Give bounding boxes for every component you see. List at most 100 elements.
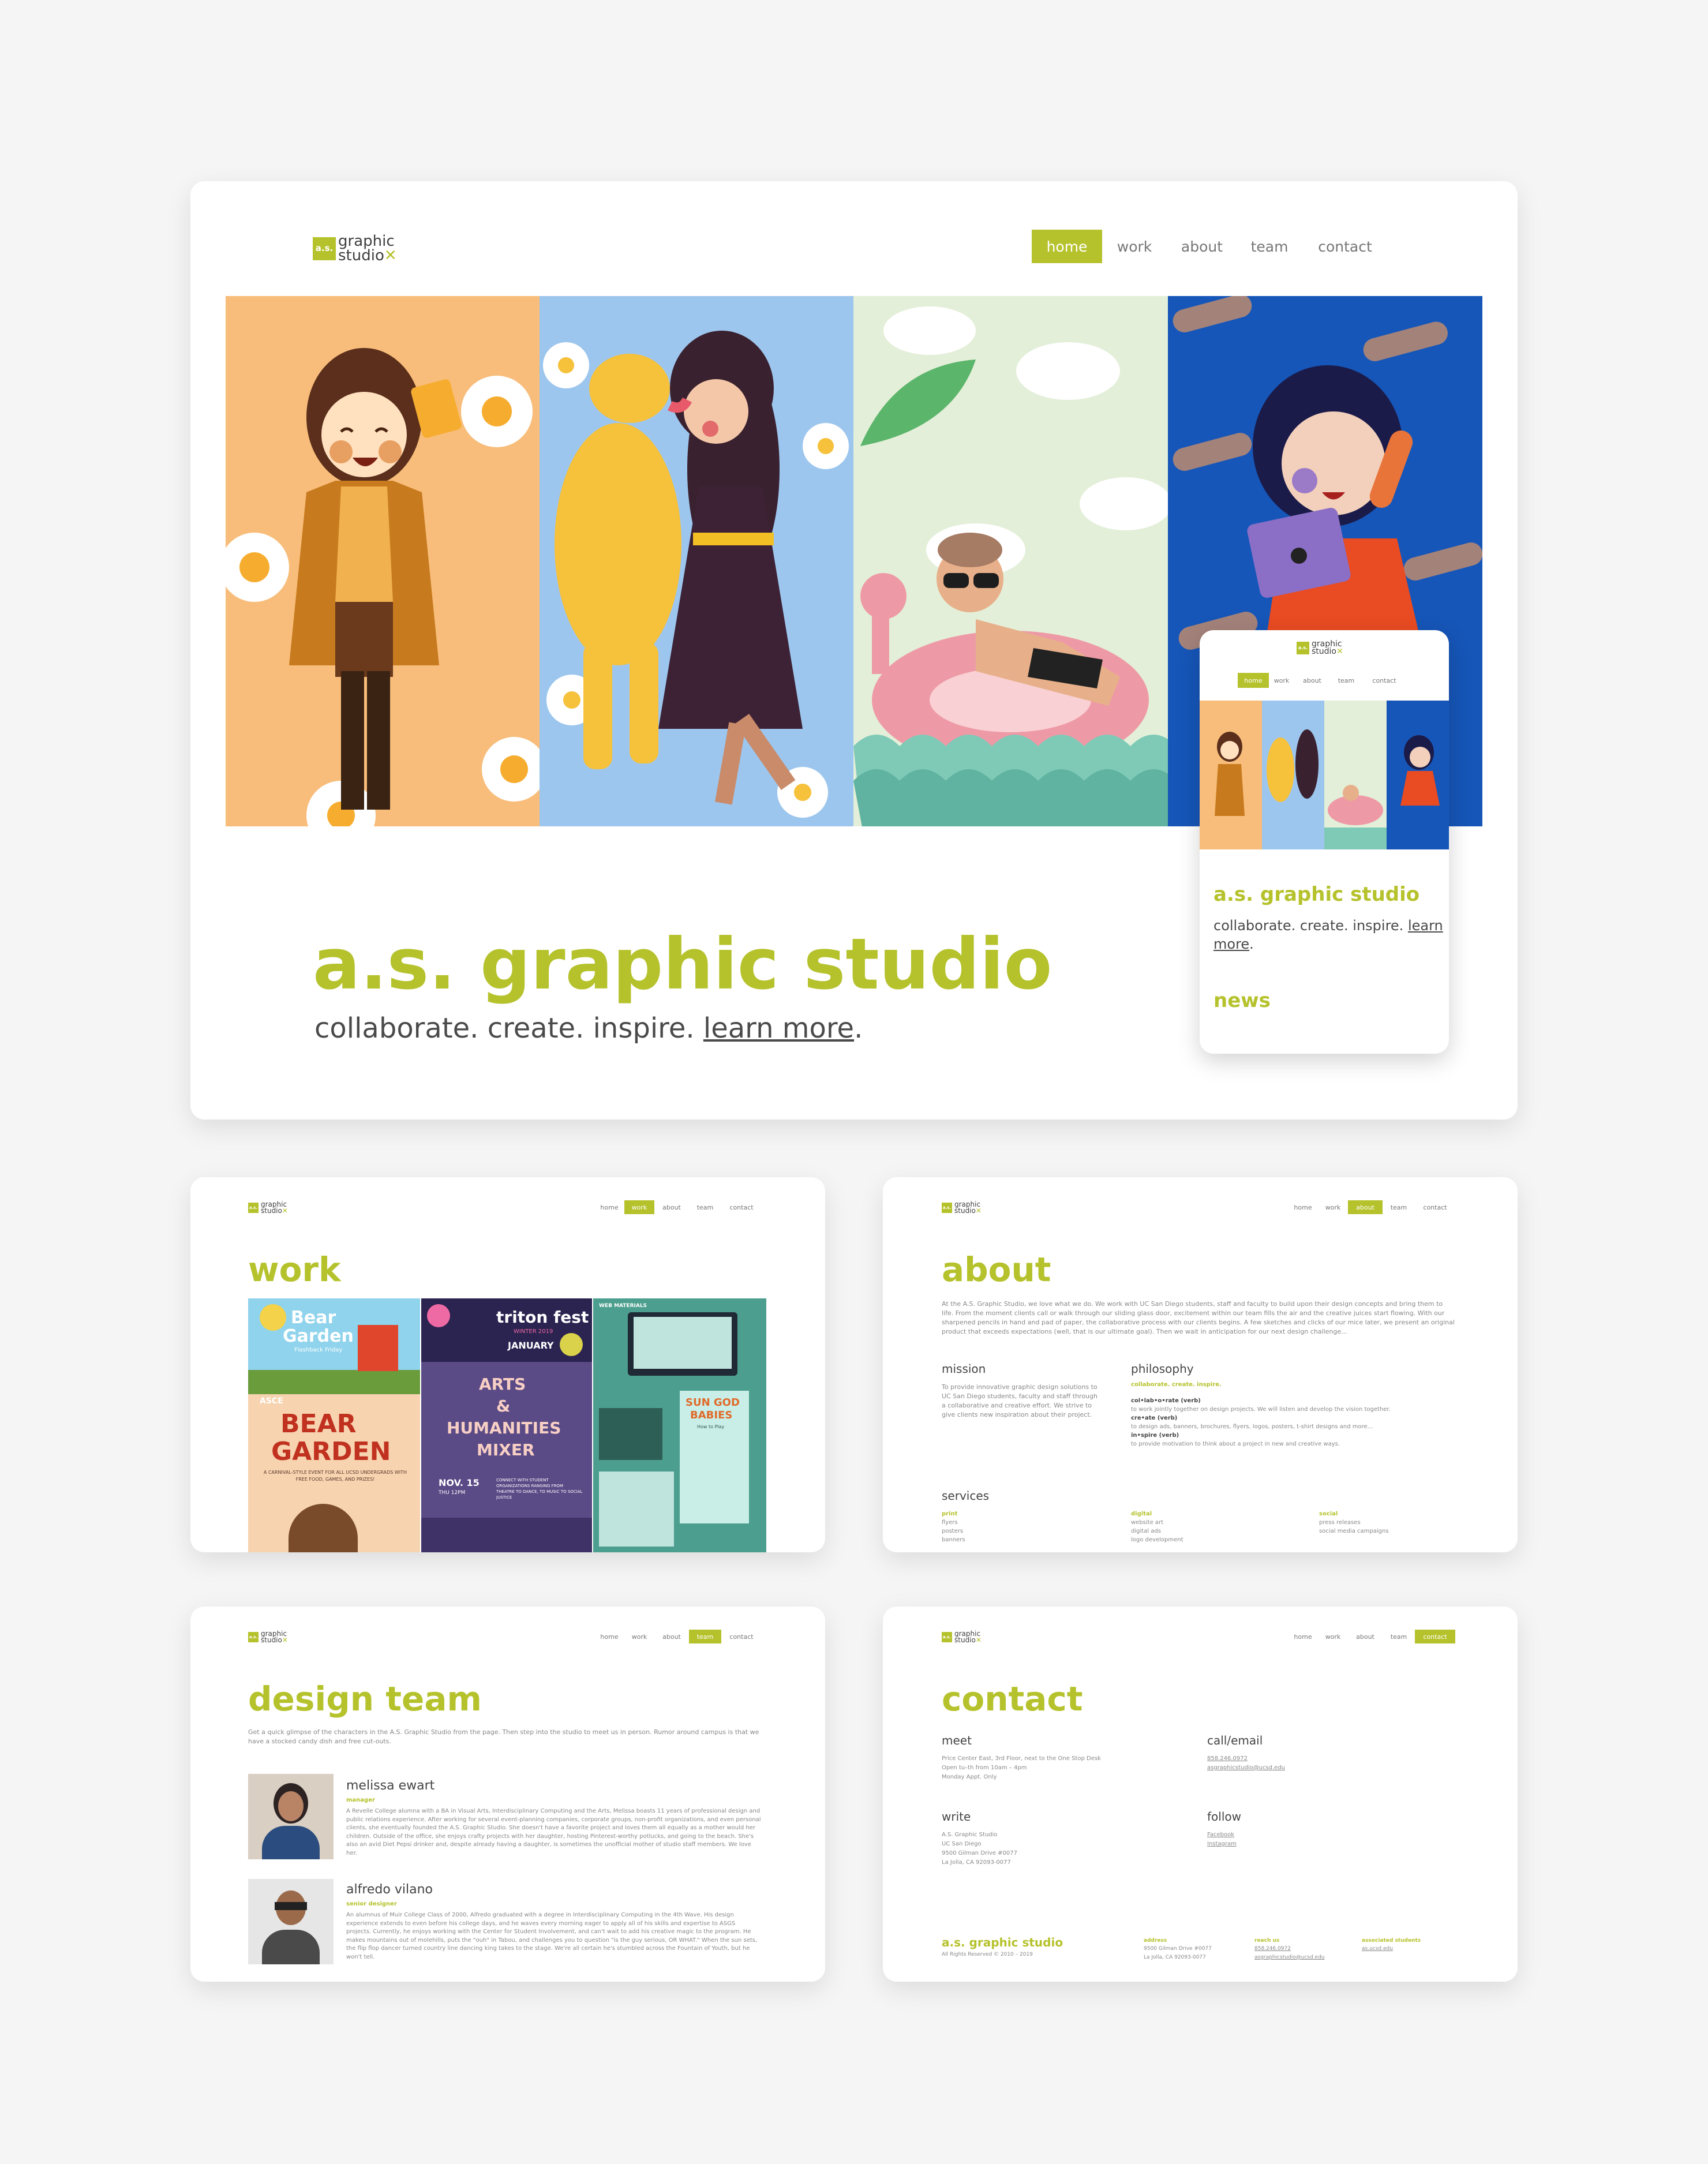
nav-work[interactable]: work <box>1102 230 1167 263</box>
nav-team[interactable]: team <box>1237 230 1302 263</box>
contact-meet-block: Price Center East, 3rd Floor, next to th… <box>942 1754 1101 1782</box>
work-tile-arts-mixer[interactable]: ARTS & HUMANITIES MIXER NOV. 15 THU 12PM… <box>421 1362 592 1552</box>
hero-tagline-text: collaborate. create. inspire. <box>314 1012 695 1044</box>
work-nav-team[interactable]: team <box>689 1200 721 1214</box>
tile-bear-big-line2: GARDEN <box>271 1437 391 1466</box>
team-logo-x-icon: ✕ <box>282 1636 288 1645</box>
contact-phone-link[interactable]: 858.246.0972 <box>1207 1754 1285 1764</box>
about-nav-contact[interactable]: contact <box>1415 1200 1455 1214</box>
contact-write-line: A.S. Graphic Studio <box>942 1832 998 1838</box>
tile-triton-sub: WINTER 2019 <box>514 1328 553 1335</box>
footer-assoc-heading: associated students <box>1362 1938 1421 1944</box>
logo-line2: studio <box>338 246 384 264</box>
hero-period: . <box>854 1012 863 1044</box>
team-member-role: manager <box>346 1797 375 1803</box>
contact-call-heading: call/email <box>1207 1734 1263 1747</box>
team-nav-about[interactable]: about <box>654 1630 689 1643</box>
instagram-link[interactable]: Instagram <box>1207 1840 1237 1849</box>
about-nav-team[interactable]: team <box>1383 1200 1415 1214</box>
tile-web-sub: How to Play <box>697 1424 725 1429</box>
about-services-heading: services <box>942 1489 990 1503</box>
team-member-bio: An alumnus of Muir College Class of 2000… <box>346 1912 758 1960</box>
team-title: design team <box>248 1679 482 1719</box>
work-nav: home work about team contact <box>594 1200 762 1214</box>
mobile-title: a.s. graphic studio <box>1213 883 1420 906</box>
work-nav-about[interactable]: about <box>654 1200 689 1214</box>
work-nav-contact[interactable]: contact <box>721 1200 762 1214</box>
phil-term: col•lab•o•rate (verb) <box>1131 1398 1201 1404</box>
work-logo-x-icon: ✕ <box>282 1207 288 1215</box>
mobile-more-link[interactable]: more <box>1213 936 1249 952</box>
team-nav-team[interactable]: team <box>689 1630 721 1643</box>
team-logo-line2: studio <box>261 1636 282 1645</box>
logo-mark: a.s. <box>313 237 336 260</box>
tile-triton-title: triton fest <box>496 1308 589 1327</box>
hero-title: a.s. graphic studio <box>313 923 1052 1005</box>
footer-email-link[interactable]: asgraphicstudio@ucsd.edu <box>1254 1953 1325 1961</box>
nav-about[interactable]: about <box>1167 230 1237 263</box>
work-tile-triton-fest[interactable]: triton fest WINTER 2019 JANUARY <box>421 1298 592 1362</box>
tile-bear-big-line1: BEAR <box>280 1409 357 1439</box>
nav-home[interactable]: home <box>1032 230 1102 263</box>
team-logo[interactable]: a.s. graphic studio✕ <box>248 1630 288 1645</box>
work-tile-web-materials[interactable]: WEB MATERIALS SUN GOD BABIES How to Play <box>593 1298 766 1552</box>
contact-nav-home[interactable]: home <box>1288 1630 1318 1643</box>
about-nav-about[interactable]: about <box>1348 1200 1383 1214</box>
mobile-nav-home[interactable]: home <box>1238 673 1269 688</box>
team-member-name: melissa ewart <box>346 1779 435 1793</box>
contact-nav-contact[interactable]: contact <box>1415 1630 1455 1643</box>
contact-follow-block: Facebook Instagram <box>1207 1830 1237 1849</box>
team-logo-mark: a.s. <box>248 1632 259 1643</box>
about-nav-home[interactable]: home <box>1288 1200 1318 1214</box>
facebook-link[interactable]: Facebook <box>1207 1830 1237 1840</box>
services-item: press releases <box>1319 1519 1361 1526</box>
team-nav-contact[interactable]: contact <box>721 1630 762 1643</box>
about-logo[interactable]: a.s. graphic studio✕ <box>942 1201 982 1215</box>
about-logo-x-icon: ✕ <box>975 1207 982 1215</box>
services-item: posters <box>942 1528 964 1534</box>
mobile-nav-about[interactable]: about <box>1294 673 1330 688</box>
work-tile-bear-garden-flashback[interactable]: Bear Garden Flashback Friday <box>248 1298 420 1394</box>
contact-write-line: La Jolla, CA 92093-0077 <box>942 1859 1011 1866</box>
hero-learn-more-link[interactable]: learn more <box>703 1012 854 1044</box>
work-nav-work[interactable]: work <box>624 1200 654 1214</box>
about-nav-work[interactable]: work <box>1318 1200 1348 1214</box>
about-logo-mark: a.s. <box>942 1203 952 1214</box>
logo-x-icon: ✕ <box>384 246 397 264</box>
contact-nav-team[interactable]: team <box>1383 1630 1415 1643</box>
team-member-role: senior designer <box>346 1901 397 1907</box>
team-intro: Get a quick glimpse of the characters in… <box>248 1728 759 1745</box>
mobile-hero-banner <box>1200 701 1449 849</box>
contact-nav-about[interactable]: about <box>1348 1630 1383 1643</box>
phil-def: to work jointly together on design proje… <box>1131 1406 1391 1413</box>
services-item: logo development <box>1131 1537 1183 1543</box>
mobile-nav-work[interactable]: work <box>1269 673 1294 688</box>
phil-term: in•spire (verb) <box>1131 1432 1179 1439</box>
mobile-news-heading: news <box>1213 989 1271 1012</box>
mobile-logo-mark: a.s. <box>1297 642 1309 655</box>
work-tile-bear-garden-poster[interactable]: ASCE BEAR GARDEN A CARNIVAL-STYLE EVENT … <box>248 1394 420 1552</box>
footer-assoc-link[interactable]: as.ucsd.edu <box>1362 1945 1421 1953</box>
nav-contact[interactable]: contact <box>1302 230 1388 263</box>
contact-email-link[interactable]: asgraphicstudio@ucsd.edu <box>1207 1764 1285 1773</box>
mobile-nav-contact[interactable]: contact <box>1362 673 1406 688</box>
tile-asce: ASCE <box>260 1397 283 1406</box>
mobile-nav-team[interactable]: team <box>1330 673 1362 688</box>
contact-meet-line: Open tu–th from 10am – 4pm <box>942 1765 1027 1771</box>
team-nav: home work about team contact <box>594 1630 762 1643</box>
footer-reach-heading: reach us <box>1254 1938 1280 1944</box>
contact-logo[interactable]: a.s. graphic studio✕ <box>942 1630 982 1644</box>
team-nav-work[interactable]: work <box>624 1630 654 1643</box>
site-logo[interactable]: a.s. graphic studio✕ <box>313 234 397 263</box>
tile-arts-l1: ARTS <box>479 1375 526 1394</box>
tile-web-label: WEB MATERIALS <box>599 1303 647 1309</box>
team-nav-home[interactable]: home <box>594 1630 624 1643</box>
footer-reach: reach us 858.246.0972 asgraphicstudio@uc… <box>1254 1937 1325 1961</box>
contact-nav-work[interactable]: work <box>1318 1630 1348 1643</box>
work-nav-home[interactable]: home <box>594 1200 624 1214</box>
mobile-logo[interactable]: a.s. graphic studio✕ <box>1297 640 1343 656</box>
footer-phone-link[interactable]: 858.246.0972 <box>1254 1945 1325 1953</box>
mobile-learn-link[interactable]: learn <box>1408 918 1443 934</box>
work-logo[interactable]: a.s. graphic studio✕ <box>248 1201 288 1215</box>
contact-write-line: UC San Diego <box>942 1841 982 1847</box>
